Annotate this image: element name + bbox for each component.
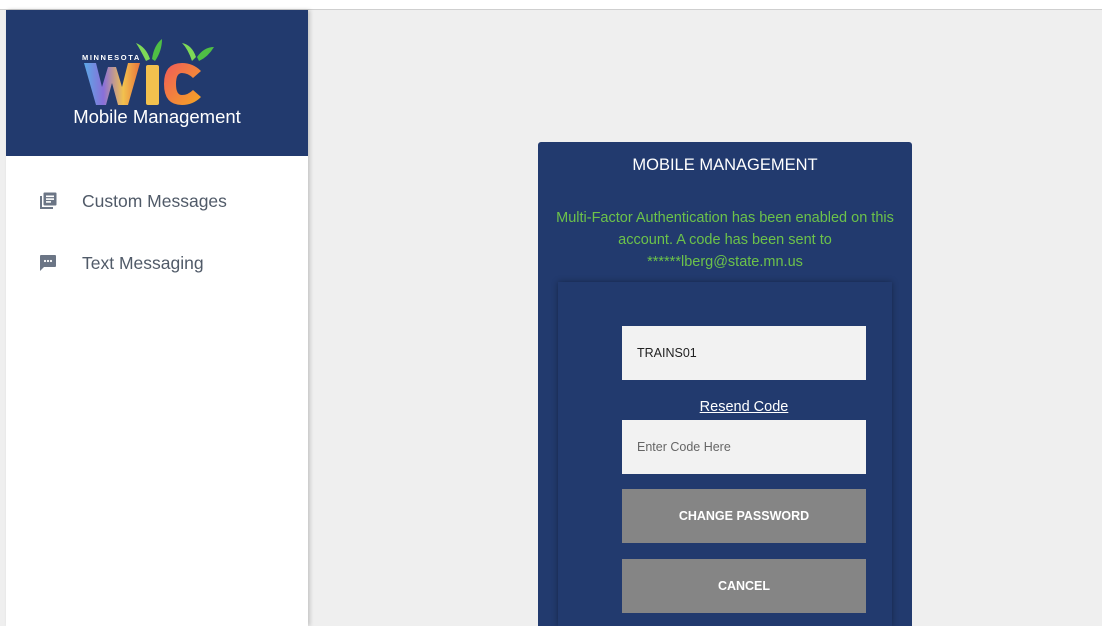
mfa-card: MOBILE MANAGEMENT Multi-Factor Authentic… [538,142,912,626]
form-panel: TRAINS01 Resend Code CHANGE PASSWORD CAN… [558,282,892,626]
sidebar: MINNESOTA Mobile Management Custom Messa… [6,10,308,626]
change-password-button[interactable]: CHANGE PASSWORD [622,489,866,543]
nav-item-label: Text Messaging [82,253,204,273]
nav-item-text-messaging[interactable]: Text Messaging [6,248,308,278]
app-title: Mobile Management [73,106,241,127]
mfa-message: Multi-Factor Authentication has been ena… [556,210,894,270]
browser-top-edge [0,0,1102,10]
list-document-icon [40,192,57,209]
nav-item-custom-messages[interactable]: Custom Messages [6,186,308,216]
cancel-button[interactable]: CANCEL [622,559,866,613]
username-field[interactable]: TRAINS01 [622,326,866,380]
brand-header: MINNESOTA Mobile Management [6,10,308,156]
wic-logo [84,39,214,105]
code-input[interactable] [622,420,866,474]
resend-code-link[interactable]: Resend Code [622,399,866,415]
nav-item-label: Custom Messages [82,191,227,211]
chat-bubble-icon [40,255,56,271]
card-title: MOBILE MANAGEMENT [632,156,818,174]
